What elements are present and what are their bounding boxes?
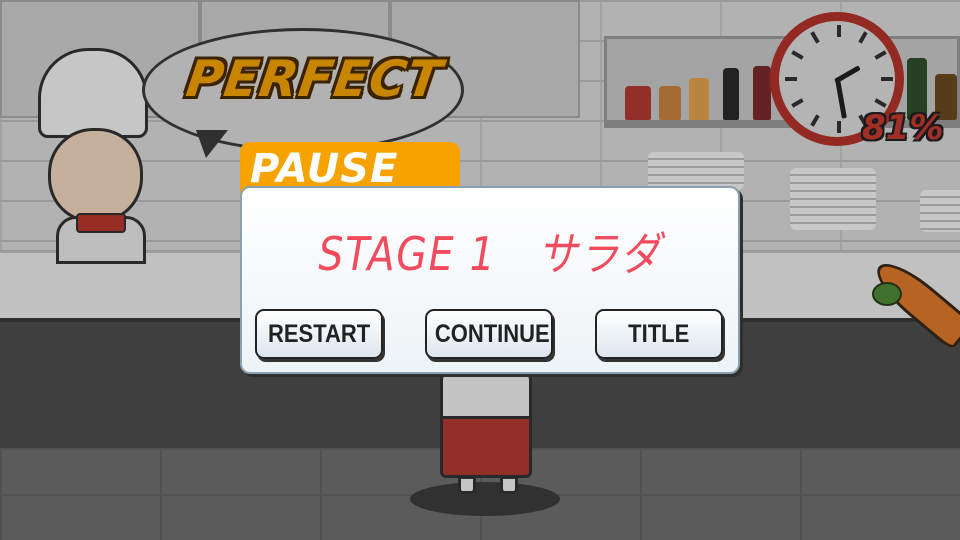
stage-label: STAGE 1 サラダ bbox=[318, 227, 662, 281]
title-button[interactable]: TITLE bbox=[595, 309, 723, 359]
continue-button-label: CONTINUE bbox=[434, 320, 550, 348]
restart-button[interactable]: RESTART bbox=[255, 309, 383, 359]
restart-button-label: RESTART bbox=[267, 320, 371, 348]
continue-button[interactable]: CONTINUE bbox=[425, 309, 553, 359]
title-button-label: TITLE bbox=[628, 320, 690, 348]
